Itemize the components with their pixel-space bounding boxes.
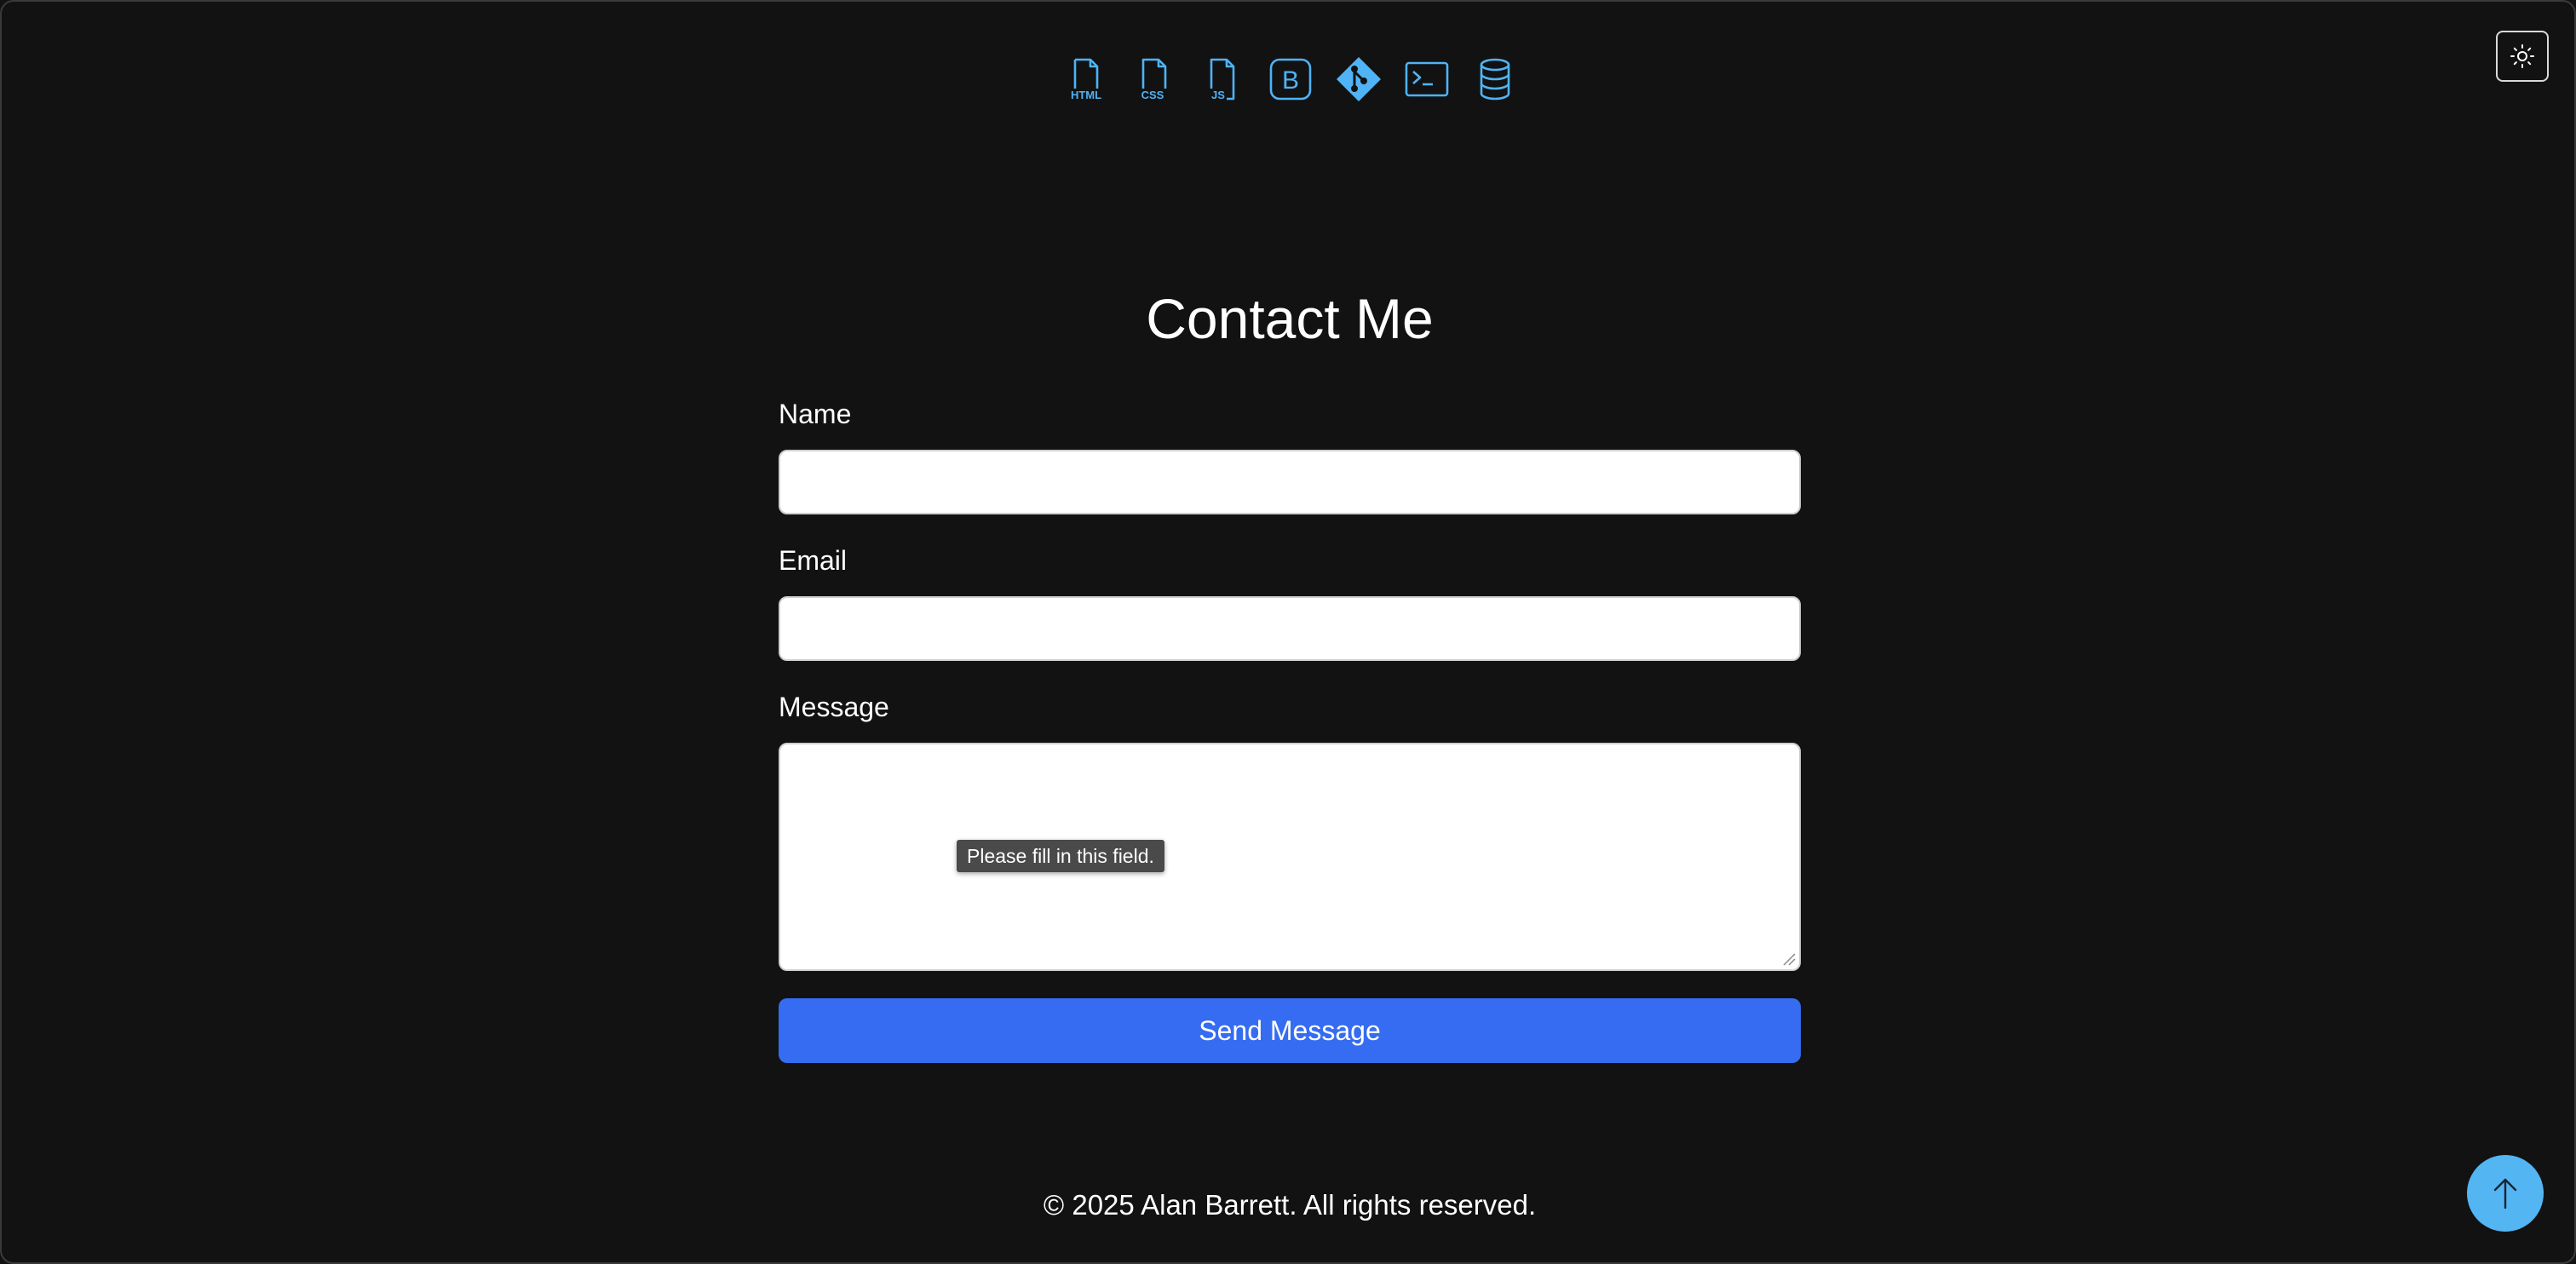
resize-handle-icon[interactable] xyxy=(1780,951,1796,966)
arrow-up-icon xyxy=(2493,1178,2517,1209)
html-file-icon: HTML xyxy=(1061,55,1111,104)
git-icon xyxy=(1334,55,1383,104)
scroll-to-top-button[interactable] xyxy=(2467,1155,2544,1232)
page-title: Contact Me xyxy=(1146,287,1434,350)
sun-icon xyxy=(2510,44,2534,68)
bootstrap-icon-label: B xyxy=(1282,66,1299,95)
validation-tooltip: Please fill in this field. xyxy=(957,840,1164,872)
bootstrap-icon: B xyxy=(1266,55,1315,104)
name-input[interactable] xyxy=(779,450,1801,514)
message-label: Message xyxy=(779,692,889,722)
js-file-icon: JS xyxy=(1198,55,1247,104)
name-field-group: Name xyxy=(779,395,1801,514)
footer-copyright: © 2025 Alan Barrett. All rights reserved… xyxy=(1043,1189,1537,1221)
theme-toggle-button[interactable] xyxy=(2496,31,2549,82)
html-icon-label: HTML xyxy=(1071,89,1101,101)
browser-window: HTML CSS JS B Contact Me Name Email Mess… xyxy=(0,0,2576,1264)
message-textarea-wrapper xyxy=(779,743,1801,971)
js-icon-label: JS xyxy=(1211,89,1225,101)
css-icon-label: CSS xyxy=(1141,89,1164,101)
database-icon xyxy=(1470,55,1520,104)
tech-stack-icons: HTML CSS JS B xyxy=(1061,55,1520,104)
send-message-button[interactable]: Send Message xyxy=(779,998,1801,1063)
email-label: Email xyxy=(779,545,848,576)
email-input[interactable] xyxy=(779,596,1801,661)
terminal-icon xyxy=(1402,55,1452,104)
name-label: Name xyxy=(779,399,852,429)
message-textarea[interactable] xyxy=(779,743,1801,971)
email-field-group: Email xyxy=(779,542,1801,661)
message-field-group: Message Please fill in this field. xyxy=(779,688,1801,971)
css-file-icon: CSS xyxy=(1130,55,1179,104)
